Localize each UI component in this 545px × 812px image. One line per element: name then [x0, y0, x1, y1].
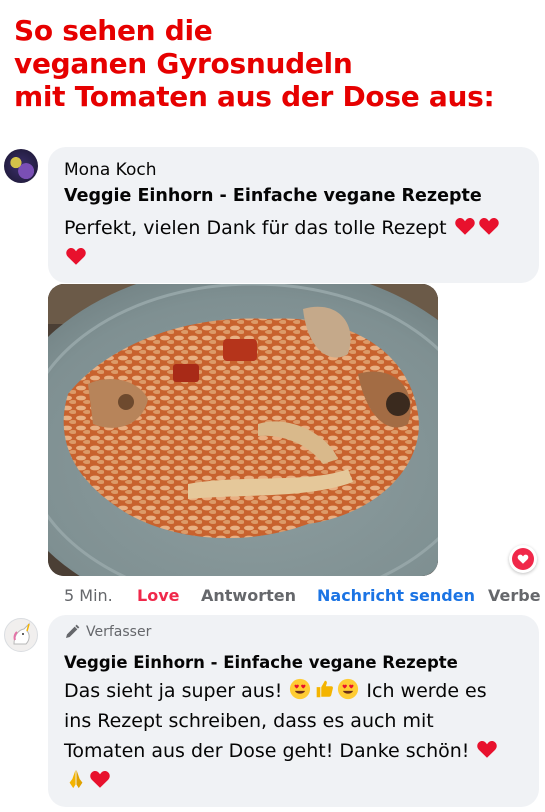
reply-button[interactable]: Antworten [201, 586, 296, 605]
comment-text-content: Perfekt, vielen Dank für das tolle Rezep… [64, 217, 447, 239]
love-button[interactable]: Love [137, 586, 179, 605]
red-heart-icon [66, 248, 86, 265]
heart-eyes-emoji-icon [338, 678, 359, 700]
headline-line-2: veganen Gyrosnudeln [14, 47, 353, 80]
reply-text: Das sieht ja super aus! Ich werde es ins… [64, 676, 534, 796]
headline-line-1: So sehen die [14, 14, 213, 47]
heart-eyes-emoji-icon [290, 678, 311, 700]
headline-line-3: mit Tomaten aus der Dose aus: [14, 80, 495, 113]
love-reaction-icon [512, 548, 534, 570]
reply-text-line-1b: Ich werde es [366, 680, 487, 702]
unicorn-logo-icon [13, 622, 31, 645]
send-message-button[interactable]: Nachricht senden [317, 586, 475, 605]
comment-author[interactable]: Mona Koch [64, 160, 157, 180]
thumbs-up-emoji-icon [317, 680, 334, 698]
reply-text-line-2: ins Rezept schreiben, dass es auch mit [64, 710, 434, 732]
reply-text-line-1: Das sieht ja super aus! [64, 680, 283, 702]
folded-hands-emoji-icon [69, 769, 83, 789]
red-heart-icon [90, 771, 110, 788]
author-avatar[interactable] [4, 618, 38, 652]
pasta-dish-image [48, 284, 438, 576]
attached-photo[interactable] [48, 284, 438, 576]
red-heart-icon [454, 218, 475, 235]
more-action-button[interactable]: Verbe [488, 586, 541, 605]
red-heart-icon [478, 218, 499, 235]
reply-text-line-3: Tomaten aus der Dose geht! Danke schön! [64, 740, 470, 762]
red-heart-icon [477, 741, 498, 758]
headline: So sehen die veganen Gyrosnudeln mit Tom… [14, 14, 539, 113]
comment-bubble: Mona Koch Veggie Einhorn - Einfache vega… [48, 147, 539, 283]
page-name[interactable]: Veggie Einhorn - Einfache vegane Rezepte [64, 653, 458, 672]
comment-timestamp[interactable]: 5 Min. [64, 586, 113, 605]
avatar[interactable] [4, 149, 38, 183]
pencil-icon [66, 624, 80, 638]
author-badge-label: Verfasser [86, 624, 152, 640]
reaction-badge[interactable] [509, 545, 537, 573]
comment-text: Perfekt, vielen Dank für das tolle Rezep… [64, 213, 534, 273]
page-name[interactable]: Veggie Einhorn - Einfache vegane Rezepte [64, 186, 482, 206]
reply-bubble: Verfasser Veggie Einhorn - Einfache vega… [48, 615, 539, 807]
author-badge: Verfasser [64, 624, 151, 640]
